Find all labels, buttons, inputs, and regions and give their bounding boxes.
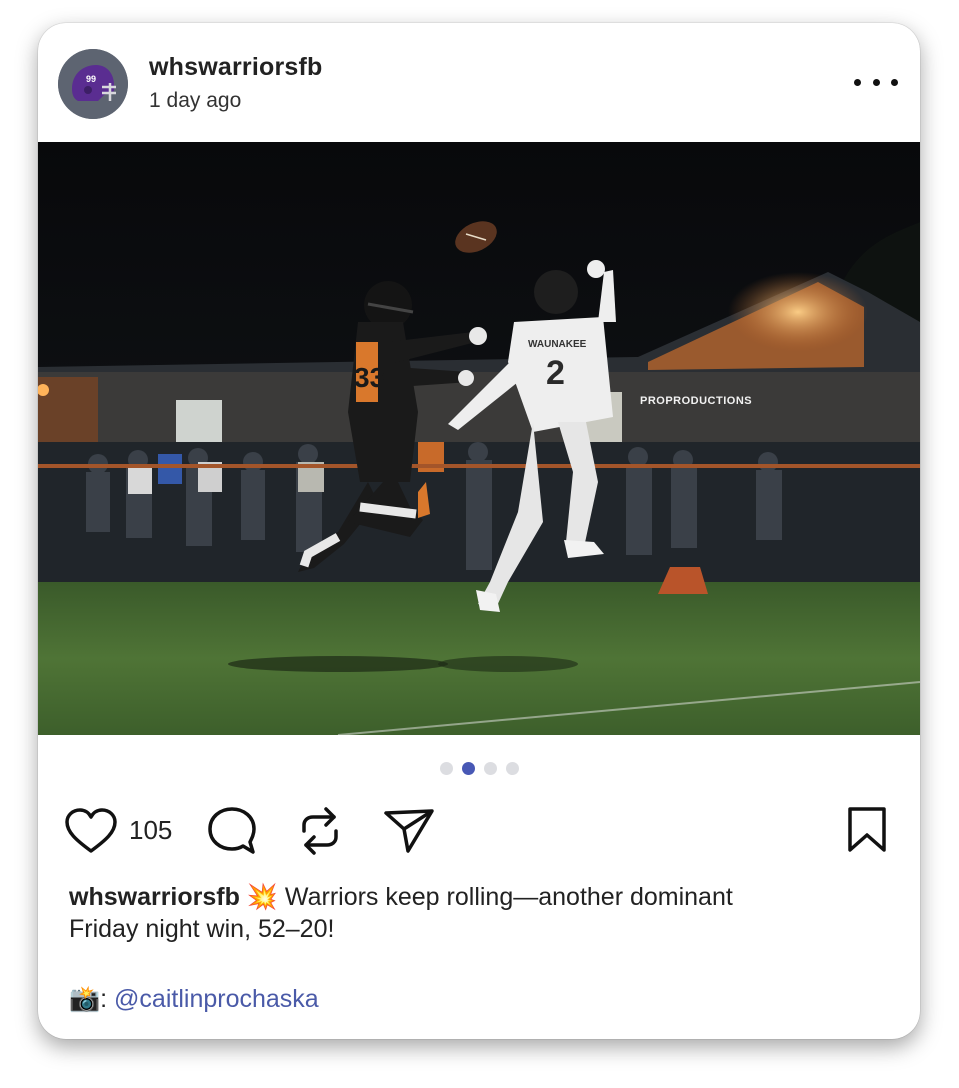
action-bar: 105 <box>38 803 920 863</box>
camera-emoji: 📸 <box>69 985 101 1013</box>
caption-line-1: Warriors keep rolling—another dominant <box>284 883 733 911</box>
avatar[interactable]: 99 <box>58 49 128 119</box>
player-right-jersey-text: WAUNAKEE <box>528 339 587 350</box>
carousel-dot[interactable] <box>483 762 497 775</box>
more-options-icon[interactable] <box>854 69 898 95</box>
post-card: 99 whswarriorsfb 1 day ago 33 WAUNAKEE 2… <box>38 23 920 1039</box>
photo-credit: 📸: @caitlinprochaska <box>69 985 319 1014</box>
comment-icon[interactable] <box>206 805 258 862</box>
player-right-number: 2 <box>546 354 565 392</box>
post-timestamp: 1 day ago <box>149 89 242 112</box>
like-count[interactable]: 105 <box>129 815 172 846</box>
send-icon[interactable] <box>382 807 436 860</box>
helmet-icon: 99 <box>58 49 128 119</box>
player-left-number: 33 <box>354 362 385 393</box>
football-photo: 33 WAUNAKEE 2 <box>38 142 920 735</box>
repost-icon[interactable] <box>296 805 344 862</box>
photographer-mention-link[interactable]: @caitlinprochaska <box>114 985 319 1013</box>
carousel-dot[interactable] <box>505 762 519 775</box>
post-image[interactable]: 33 WAUNAKEE 2 PROPRODUCTIONS <box>38 142 920 735</box>
carousel-indicator[interactable] <box>38 762 920 775</box>
caption-author[interactable]: whswarriorsfb <box>69 883 240 911</box>
carousel-dot-active[interactable] <box>461 762 475 775</box>
post-caption: whswarriorsfb 💥 Warriors keep rolling—an… <box>69 881 869 945</box>
credit-separator: : <box>100 985 108 1013</box>
post-username[interactable]: whswarriorsfb <box>149 53 322 82</box>
carousel-dot[interactable] <box>439 762 453 775</box>
heart-icon[interactable] <box>64 807 118 860</box>
photo-watermark: PROPRODUCTIONS <box>640 395 753 407</box>
caption-line-2: Friday night win, 52–20! <box>69 915 335 943</box>
caption-emoji: 💥 <box>246 883 278 911</box>
helmet-number: 99 <box>86 74 96 84</box>
bookmark-icon[interactable] <box>846 805 890 860</box>
